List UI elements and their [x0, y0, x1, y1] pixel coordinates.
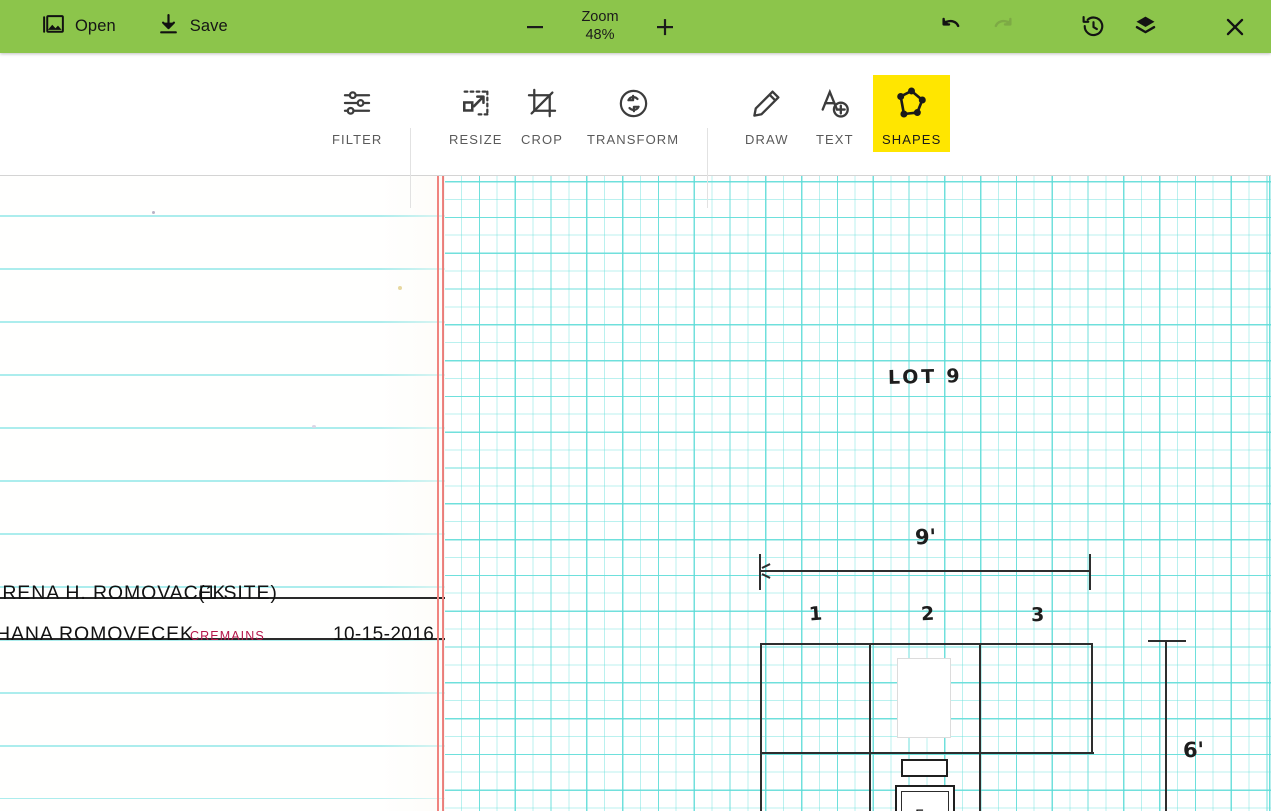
transform-rotate-icon [617, 81, 650, 125]
tool-shapes[interactable]: SHAPES [873, 75, 951, 152]
paper-speck [312, 425, 316, 428]
drawn-shape-rectangle[interactable] [897, 658, 951, 738]
margin-line-left [437, 176, 439, 811]
layers-stack-icon [1135, 16, 1155, 34]
polygon-shapes-icon [894, 81, 929, 125]
plot-grid-top-edge [760, 643, 1093, 646]
header-actions [927, 0, 1271, 53]
tool-filter[interactable]: FILTER [323, 75, 391, 152]
headstone-marker [901, 759, 948, 777]
download-save-icon [156, 12, 181, 42]
register-site-note: (1 SITE) [198, 582, 278, 604]
undo-arrow-icon [942, 17, 960, 27]
dimension-line-horizontal [761, 570, 1091, 573]
tool-transform[interactable]: TRANSFORM [578, 75, 688, 152]
zoom-title: Zoom [581, 9, 619, 26]
tool-crop[interactable]: CROP [512, 75, 572, 152]
paper-speck [398, 286, 402, 290]
plot-grid-middle-edge [760, 752, 1094, 755]
pencil-draw-icon [750, 81, 783, 125]
paper-speck [152, 211, 155, 214]
grave-number-label: 5 [915, 806, 924, 811]
tool-resize[interactable]: RESIZE [440, 75, 512, 152]
zoom-value: 48% [585, 26, 615, 43]
image-canvas[interactable]: IRENA H. ROMOVACEK (1 SITE) HANA ROMOVEC… [0, 176, 1271, 811]
plot-grid-right-edge [1091, 643, 1094, 754]
close-x-icon [1226, 18, 1244, 35]
register-name-2: HANA ROMOVECEK [0, 623, 194, 645]
plot-number-1: 1 [808, 602, 823, 626]
resize-arrow-icon [460, 81, 492, 125]
open-image-icon [41, 12, 66, 42]
plot-number-3: 3 [1030, 603, 1045, 627]
zoom-in-button[interactable] [642, 4, 688, 50]
toolbar-separator-1 [410, 128, 411, 208]
sliders-filter-icon [340, 81, 374, 125]
height-dimension-line [1165, 640, 1168, 811]
save-button-label: Save [189, 17, 228, 35]
toolbar-separator-2 [707, 128, 708, 208]
zoom-level-readout: Zoom 48% [558, 9, 642, 43]
layers-button[interactable] [1121, 3, 1169, 51]
paper-tint [0, 176, 445, 811]
redo-button[interactable] [979, 3, 1027, 51]
plot-number-2: 2 [920, 602, 935, 626]
grave-outline-inner [901, 791, 949, 811]
tool-filter-label: FILTER [332, 132, 383, 147]
plot-grid-left-edge [760, 643, 763, 811]
plot-grid-divider-1 [869, 643, 872, 811]
height-dimension-label: 6' [1182, 737, 1205, 763]
history-button[interactable] [1069, 3, 1117, 51]
save-button[interactable]: Save [146, 0, 238, 53]
text-add-icon [818, 81, 851, 125]
tool-draw[interactable]: DRAW [736, 75, 798, 152]
zoom-controls: Zoom 48% [512, 0, 688, 53]
lot-label: LOT 9 [887, 365, 963, 389]
history-clock-icon [1082, 15, 1103, 37]
image-editor-window: Open Save Zoom 48% FILTER RESIZE CROP TR… [0, 0, 1271, 811]
ledger-paper-background: IRENA H. ROMOVACEK (1 SITE) HANA ROMOVEC… [0, 176, 505, 811]
width-dimension-label: 9' [914, 524, 937, 550]
redo-arrow-icon [994, 17, 1012, 27]
tool-text[interactable]: TEXT [807, 75, 863, 152]
editing-toolbar: FILTER RESIZE CROP TRANSFORM DRAW TEXT S… [0, 53, 1271, 208]
tool-resize-label: RESIZE [449, 132, 503, 147]
register-cremains-marker: CREMAINS [190, 629, 265, 643]
open-button-label: Open [75, 17, 116, 35]
tool-transform-label: TRANSFORM [587, 132, 680, 147]
open-button[interactable]: Open [31, 0, 126, 53]
register-date: 10-15-2016 [333, 624, 435, 645]
undo-button[interactable] [927, 3, 975, 51]
tool-text-label: TEXT [816, 132, 854, 147]
close-button[interactable] [1211, 3, 1259, 51]
zoom-out-button[interactable] [512, 4, 558, 50]
app-header-bar: Open Save Zoom 48% [0, 0, 1271, 53]
crop-icon [526, 81, 558, 125]
tool-draw-label: DRAW [745, 132, 789, 147]
register-name-1: IRENA H. ROMOVACEK [0, 582, 227, 604]
tool-shapes-label: SHAPES [882, 132, 942, 147]
tool-crop-label: CROP [521, 132, 563, 147]
graph-paper-background [445, 176, 1271, 811]
plot-grid-divider-2 [979, 643, 982, 811]
